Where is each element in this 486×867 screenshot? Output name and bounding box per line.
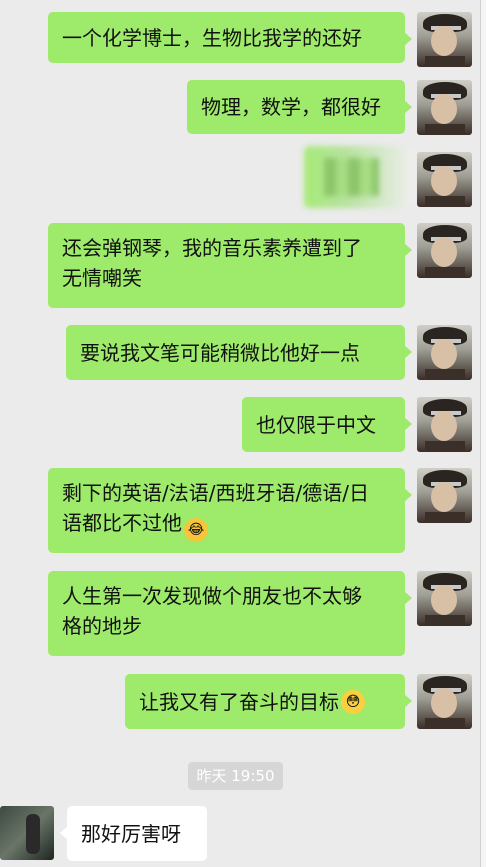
avatar[interactable] bbox=[417, 674, 472, 729]
message-text-line: 人生第一次发现做个朋友也不太够 bbox=[62, 584, 362, 608]
message-row: 剩下的英语/法语/西班牙语/德语/日 语都比不过他 😂 bbox=[0, 468, 486, 554]
face-shape bbox=[431, 585, 457, 615]
avatar[interactable] bbox=[417, 12, 472, 67]
message-bubble[interactable]: 还会弹钢琴，我的音乐素养遭到了 无情嘲笑 bbox=[48, 223, 412, 308]
collar-shape bbox=[425, 718, 465, 729]
collar-shape bbox=[425, 369, 465, 380]
message-row: 人生第一次发现做个朋友也不太够 格的地步 bbox=[0, 571, 486, 657]
message-row: 一个化学博士，生物比我学的还好 bbox=[0, 12, 486, 68]
avatar[interactable] bbox=[417, 468, 472, 523]
message-bubble[interactable]: 剩下的英语/法语/西班牙语/德语/日 语都比不过他 😂 bbox=[48, 468, 412, 553]
avatar[interactable] bbox=[417, 80, 472, 135]
blurred-image-message[interactable] bbox=[304, 146, 414, 208]
window-edge bbox=[480, 0, 486, 867]
collar-shape bbox=[425, 56, 465, 67]
person-shape bbox=[26, 814, 40, 854]
message-row: 要说我文笔可能稍微比他好一点 bbox=[0, 325, 486, 381]
avatar[interactable] bbox=[417, 397, 472, 452]
blurred-content bbox=[324, 158, 379, 196]
chat-view[interactable]: 一个化学博士，生物比我学的还好 物理，数学，都很好 还会弹钢琴，我的音乐素养遭到… bbox=[0, 0, 486, 867]
message-text-line: 格的地步 bbox=[62, 614, 142, 638]
face-shape bbox=[431, 166, 457, 196]
message-text: 一个化学博士，生物比我学的还好 bbox=[62, 25, 362, 50]
avatar[interactable] bbox=[417, 152, 472, 207]
collar-shape bbox=[425, 512, 465, 523]
avatar[interactable] bbox=[417, 223, 472, 278]
face-shape bbox=[431, 26, 457, 56]
collar-shape bbox=[425, 267, 465, 278]
message-text: 物理，数学，都很好 bbox=[201, 95, 381, 119]
message-text-line: 无情嘲笑 bbox=[62, 266, 142, 290]
message-text: 要说我文笔可能稍微比他好一点 bbox=[80, 340, 360, 365]
message-row bbox=[0, 146, 486, 210]
message-bubble[interactable]: 也仅限于中文 bbox=[242, 397, 412, 452]
face-shape bbox=[431, 94, 457, 124]
message-bubble[interactable]: 物理，数学，都很好 bbox=[187, 80, 412, 134]
message-row: 还会弹钢琴，我的音乐素养遭到了 无情嘲笑 bbox=[0, 223, 486, 309]
message-text-line: 还会弹钢琴，我的音乐素养遭到了 bbox=[62, 236, 362, 260]
face-shape bbox=[431, 237, 457, 267]
message-text-fragment: 语都比不过他 bbox=[62, 511, 182, 535]
avatar[interactable] bbox=[417, 571, 472, 626]
face-shape bbox=[431, 482, 457, 512]
face-shape bbox=[431, 688, 457, 718]
message-text-line: 剩下的英语/法语/西班牙语/德语/日 bbox=[62, 481, 369, 505]
laugh-cry-emoji-icon: 😂 bbox=[184, 518, 208, 542]
timestamp-divider: 昨天 19:50 bbox=[188, 762, 283, 790]
message-bubble[interactable]: 让我又有了奋斗的目标 😳 bbox=[125, 674, 412, 729]
message-bubble[interactable]: 人生第一次发现做个朋友也不太够 格的地步 bbox=[48, 571, 412, 656]
message-row: 让我又有了奋斗的目标 😳 bbox=[0, 674, 486, 730]
collar-shape bbox=[425, 615, 465, 626]
message-row: 物理，数学，都很好 bbox=[0, 80, 486, 136]
message-row: 也仅限于中文 bbox=[0, 397, 486, 453]
avatar[interactable] bbox=[417, 325, 472, 380]
message-text-line: 语都比不过他 😂 bbox=[62, 508, 391, 542]
message-bubble[interactable]: 要说我文笔可能稍微比他好一点 bbox=[66, 325, 412, 380]
face-shape bbox=[431, 411, 457, 441]
message-text: 那好厉害呀 bbox=[81, 821, 181, 846]
collar-shape bbox=[425, 441, 465, 452]
shy-emoji-icon: 😳 bbox=[341, 689, 365, 714]
message-row: 那好厉害呀 bbox=[0, 806, 486, 862]
face-shape bbox=[431, 339, 457, 369]
message-bubble[interactable]: 一个化学博士，生物比我学的还好 bbox=[48, 12, 412, 63]
collar-shape bbox=[425, 124, 465, 135]
collar-shape bbox=[425, 196, 465, 207]
message-text: 也仅限于中文 bbox=[256, 412, 376, 437]
message-text: 让我又有了奋斗的目标 bbox=[139, 689, 339, 714]
avatar[interactable] bbox=[0, 806, 54, 860]
message-bubble[interactable]: 那好厉害呀 bbox=[60, 806, 207, 861]
